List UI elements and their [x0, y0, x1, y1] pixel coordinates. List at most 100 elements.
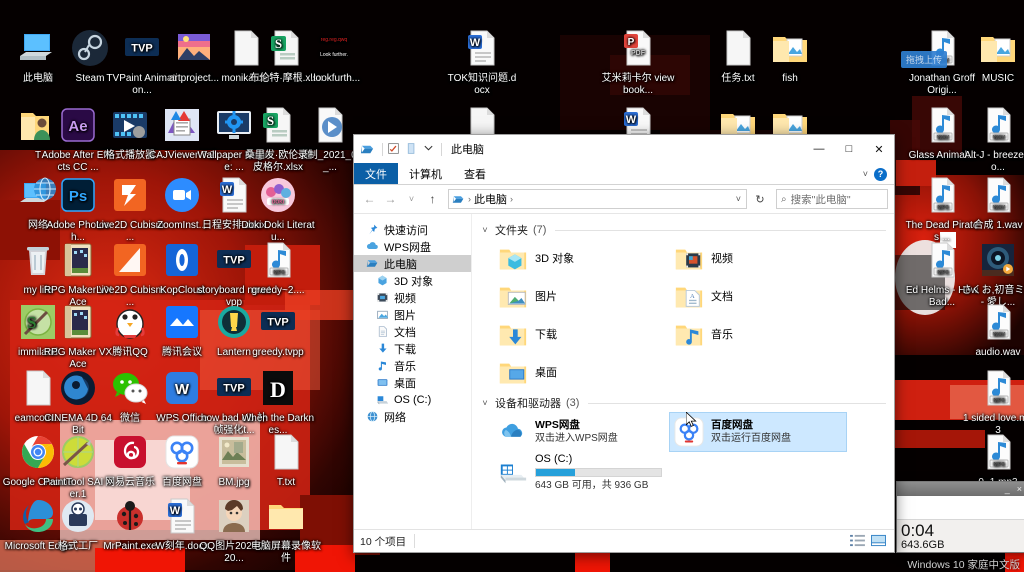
tab-computer[interactable]: 计算机 [398, 163, 453, 185]
mp3-file-icon: MP3 [257, 240, 299, 282]
desktop-icon[interactable]: WAV Alt-J - breezeblo... [960, 105, 1024, 173]
search-input[interactable]: ⌕ 搜索"此电脑" [776, 189, 888, 209]
titlebar-divider-1 [382, 142, 383, 156]
chevron-down-icon[interactable]: ˅ [863, 169, 868, 179]
group-title: 设备和驱动器 [495, 398, 561, 410]
breadcrumb-item-this-pc[interactable]: 此电脑 [474, 191, 507, 207]
desktop-icon[interactable]: MP31 sided love.mp3 [960, 368, 1024, 436]
3d-object-folder-icon [498, 244, 528, 274]
item-name: 3D 对象 [535, 252, 575, 265]
sidebar-item-4[interactable]: 视频 [354, 289, 471, 306]
desktop-icon[interactable]: reg.reg.qwq Look further. ..lookfurth... [296, 28, 372, 85]
recent-locations-button[interactable]: ˅ [402, 189, 421, 209]
folder-icon [977, 28, 1019, 70]
item-count-label: 10 个项目 [360, 535, 407, 548]
item-name: 百度网盘 [711, 419, 753, 431]
search-placeholder: 搜索"此电脑" [790, 193, 851, 206]
file-item[interactable]: OS (C:) 643 GB 可用，共 936 GB [494, 451, 694, 493]
desktop-icon[interactable]: MP3 greedy~2.... [240, 240, 316, 297]
view-mode-buttons [850, 534, 888, 549]
refresh-button[interactable]: ↻ [749, 189, 771, 209]
explorer-content-pane[interactable]: ˅ 文件夹 (7) 3D 对象 视频 图片 A 文档 下载 音乐 桌面 ˅ 设备和驱动器 (3) WPS网盘… [472, 214, 894, 529]
desktop-icon[interactable]: D When the Darknes... [240, 368, 316, 436]
sidebar-item-10[interactable]: OS (C:) [354, 391, 471, 408]
tab-file[interactable]: 文件 [354, 163, 398, 185]
item-name: 图片 [535, 290, 557, 303]
desktop-icon[interactable]: W TOK知识问题.docx [444, 28, 520, 96]
maximize-button[interactable]: □ [834, 135, 864, 163]
group-header[interactable]: ˅ 设备和驱动器 (3) [480, 395, 894, 411]
svg-text:S: S [275, 36, 282, 51]
large-icons-view-icon[interactable] [871, 534, 888, 549]
file-item[interactable]: 图片 [494, 278, 670, 316]
svg-text:WAV: WAV [993, 205, 1005, 211]
sidebar-item-9[interactable]: 桌面 [354, 374, 471, 391]
group-header[interactable]: ˅ 文件夹 (7) [480, 222, 894, 238]
sidebar-item-8[interactable]: 音乐 [354, 357, 471, 374]
svg-text:MP3: MP3 [937, 270, 948, 276]
breadcrumb-dropdown-icon[interactable]: ˅ [736, 194, 743, 204]
group-collapse-icon[interactable]: ˅ [480, 225, 490, 235]
desktop-icon[interactable]: T.txt [248, 432, 324, 489]
file-item[interactable]: A 文档 [670, 278, 846, 316]
desktop-icon[interactable]: MUSIC [960, 28, 1024, 85]
sidebar-item-5[interactable]: 图片 [354, 306, 471, 323]
svg-text:MP3: MP3 [993, 398, 1004, 404]
svg-text:W: W [175, 381, 190, 398]
background-window-minimize[interactable]: _ [1005, 484, 1010, 494]
desktop-icon[interactable]: P PDF 艾米莉卡尔 viewbook... [600, 28, 676, 96]
file-item[interactable]: WPS网盘 双击进入WPS网盘 [494, 413, 670, 451]
desktop-icon[interactable]: さくお,初音ミク - 愛し... [960, 240, 1024, 308]
desktop-icon[interactable]: DOKI Doki Doki Literatu... [240, 175, 316, 243]
ribbon-right-controls: ˅ ? [863, 163, 894, 185]
background-window-canvas [897, 496, 1024, 520]
breadcrumb[interactable]: › 此电脑 › ˅ [448, 189, 747, 209]
sidebar-item-6[interactable]: 文档 [354, 323, 471, 340]
file-item[interactable]: 3D 对象 [494, 240, 670, 278]
explorer-titlebar[interactable]: 此电脑 — □ ✕ [354, 135, 894, 163]
tab-view[interactable]: 查看 [453, 163, 497, 185]
sidebar-item-1[interactable]: WPS网盘 [354, 238, 471, 255]
tvpaint-icon: TVP [257, 302, 299, 344]
sidebar-item-3[interactable]: 3D 对象 [354, 272, 471, 289]
sidebar-item-11[interactable]: 网络 [354, 408, 471, 425]
desktop-folder-icon [376, 376, 389, 389]
desktop-icon-label: T.txt [276, 477, 296, 488]
svg-text:MP3: MP3 [993, 462, 1004, 468]
sidebar-item-2[interactable]: 此电脑 [354, 255, 471, 272]
file-explorer-window[interactable]: 此电脑 — □ ✕ 文件 计算机 查看 ˅ ? ← → ˅ ↑ › 此电脑 › … [353, 134, 895, 553]
group-rule [555, 229, 886, 231]
file-item[interactable]: 桌面 [494, 354, 670, 392]
desktop-icon[interactable]: TVP greedy.tvpp [240, 302, 316, 359]
mp3-file-icon: MP3 [921, 240, 963, 282]
new-folder-icon[interactable] [405, 142, 420, 157]
group-rule [588, 402, 886, 404]
customize-dropdown-icon[interactable] [423, 142, 434, 157]
sidebar-item-7[interactable]: 下载 [354, 340, 471, 357]
file-item[interactable]: 音乐 [670, 316, 846, 354]
file-item[interactable]: 视频 [670, 240, 846, 278]
svg-text:DOKI: DOKI [272, 200, 285, 206]
back-button[interactable]: ← [360, 189, 379, 209]
sidebar-item-label: 网络 [384, 411, 406, 424]
file-item[interactable]: 下载 [494, 316, 670, 354]
details-view-icon[interactable] [850, 534, 867, 549]
desktop-icon[interactable]: fish [752, 28, 828, 85]
sidebar-item-0[interactable]: 快速访问 [354, 221, 471, 238]
close-button[interactable]: ✕ [864, 135, 894, 163]
background-window-titlebar[interactable]: _ × [897, 482, 1024, 496]
forward-button[interactable]: → [381, 189, 400, 209]
up-button[interactable]: ↑ [423, 189, 442, 209]
properties-icon[interactable] [387, 142, 402, 157]
explorer-title-text: 此电脑 [451, 144, 484, 156]
background-window-close[interactable]: × [1017, 484, 1022, 494]
desktop-icon[interactable]: WAV audio.wav [960, 302, 1024, 359]
breadcrumb-sep-trailing[interactable]: › [510, 194, 513, 204]
background-media-window[interactable]: _ × 0:04 643.6GB [896, 481, 1024, 553]
svg-text:MP3: MP3 [937, 205, 948, 211]
desktop-icon[interactable]: 电脑屏幕录像软件 [248, 496, 324, 564]
help-icon[interactable]: ? [874, 167, 887, 181]
desktop-icon[interactable]: WAV 合成 1.wav [960, 175, 1024, 232]
minimize-button[interactable]: — [804, 135, 834, 163]
group-collapse-icon[interactable]: ˅ [480, 398, 490, 408]
